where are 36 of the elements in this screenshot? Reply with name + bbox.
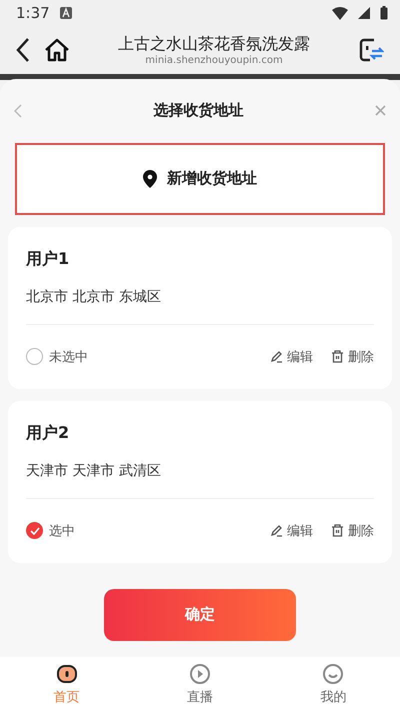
selection-status: 选中 (49, 522, 75, 540)
location-pin-icon (143, 170, 157, 188)
pencil-icon (270, 350, 283, 364)
tab-bar-item[interactable]: 直播 (133, 656, 267, 712)
switch-icon[interactable] (358, 37, 384, 64)
page-url: minia.shenzhouyoupin.com (145, 55, 283, 66)
page-title: 上古之水山茶花香氛洗发露 (118, 34, 310, 55)
radio-button[interactable] (26, 522, 43, 540)
notification-icon (60, 7, 72, 20)
signal-icon (358, 7, 370, 20)
delete-button[interactable]: 删除 (331, 522, 374, 540)
battery-icon (380, 6, 388, 20)
recipient-name: 用户1 (26, 248, 70, 270)
wifi-icon (332, 6, 348, 20)
selection-status: 未选中 (49, 348, 88, 366)
home-icon[interactable] (44, 38, 70, 62)
radio-button[interactable] (26, 348, 43, 366)
add-address-button[interactable]: 新增收货地址 (15, 142, 385, 215)
check-icon (30, 526, 40, 535)
back-icon[interactable] (16, 37, 30, 64)
close-icon[interactable] (375, 105, 386, 116)
sheet-title: 选择收货地址 (154, 101, 244, 120)
delete-button[interactable]: 删除 (331, 348, 374, 366)
trash-icon (331, 524, 344, 538)
edit-button[interactable]: 编辑 (270, 522, 313, 540)
address-region: 天津市 天津市 武清区 (26, 462, 162, 480)
home-icon (56, 662, 78, 685)
pencil-icon (270, 524, 283, 538)
status-time: 1:37 (16, 4, 50, 22)
address-region: 北京市 北京市 东城区 (26, 288, 162, 306)
play-icon (188, 662, 211, 685)
trash-icon (331, 350, 344, 364)
smile-icon (322, 662, 344, 685)
recipient-name: 用户2 (26, 422, 70, 444)
edit-button[interactable]: 编辑 (270, 348, 313, 366)
tab-bar-item[interactable]: 我的 (266, 656, 400, 712)
